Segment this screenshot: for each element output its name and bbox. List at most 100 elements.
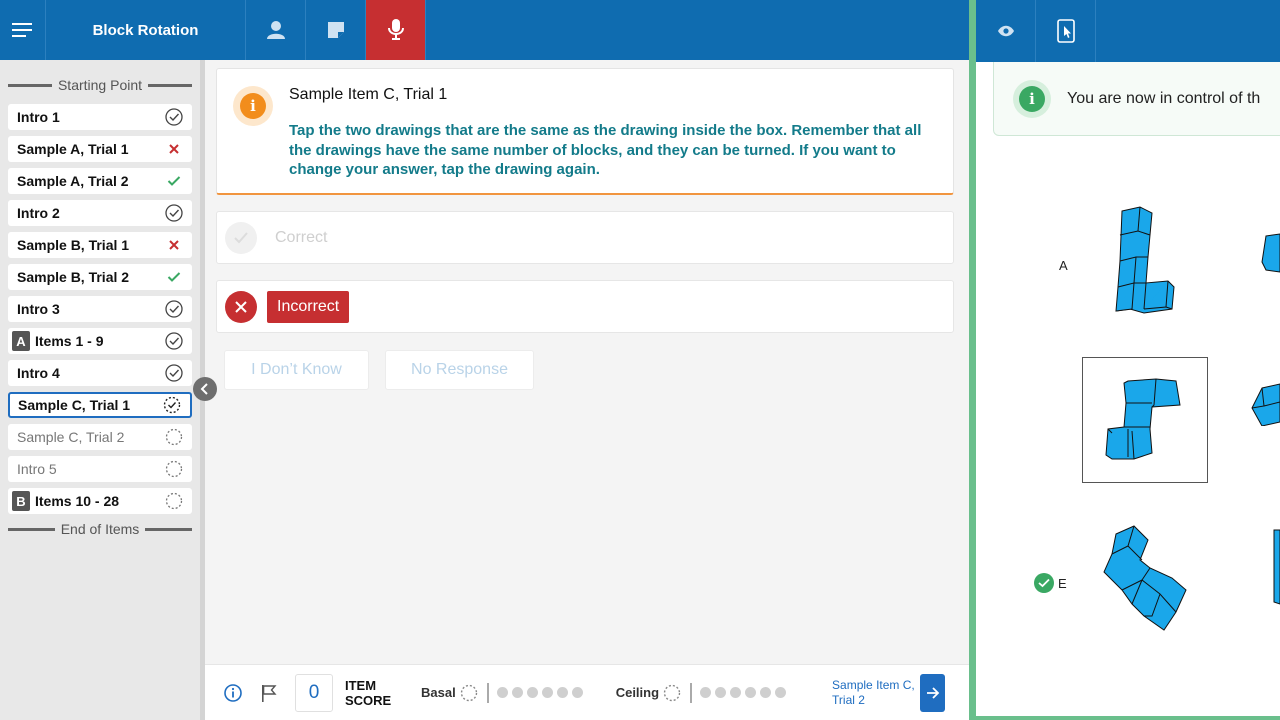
sidebar-item[interactable]: Intro 3: [8, 296, 192, 322]
correct-response-button[interactable]: Correct: [216, 211, 954, 264]
microphone-icon: [387, 19, 404, 40]
next-item-button[interactable]: [920, 673, 946, 712]
starting-point-separator: Starting Point: [0, 74, 200, 96]
pending-circle-icon: [663, 684, 681, 701]
correct-check-icon: [164, 267, 184, 287]
check-icon: [225, 221, 257, 254]
option-a-label: A: [1059, 258, 1068, 273]
info-circle-icon[interactable]: [223, 683, 243, 703]
sidebar-item[interactable]: Intro 5: [8, 456, 192, 482]
sidebar-item[interactable]: Intro 1: [8, 104, 192, 130]
in-progress-icon: [162, 395, 182, 415]
tablet-touch-icon: [1056, 19, 1075, 43]
main-panel: i Sample Item C, Trial 1 Tap the two dra…: [205, 60, 969, 664]
sidebar-item-list: Intro 1 Sample A, Trial 1 Sample A, Trial …: [0, 104, 200, 514]
progress-dot: [775, 687, 787, 698]
incorrect-label: Incorrect: [267, 290, 350, 323]
menu-icon: [11, 23, 32, 37]
completed-check-icon: [164, 363, 184, 383]
sidebar-item-label: Intro 4: [17, 365, 60, 381]
sidebar-item[interactable]: Intro 4: [8, 360, 192, 386]
footer-bar: 0 ITEM SCORE Basal Ceiling Sample Item C…: [205, 664, 969, 720]
microphone-button[interactable]: [366, 0, 426, 60]
sidebar-item-label: Sample B, Trial 2: [17, 269, 130, 285]
examinee-button[interactable]: [246, 0, 306, 60]
sidebar-item[interactable]: B Items 10 - 28: [8, 488, 192, 514]
control-banner-text: You are now in control of th: [1067, 89, 1261, 107]
pending-circle-icon: [164, 491, 184, 511]
sidebar-item[interactable]: Sample A, Trial 1: [8, 136, 192, 162]
progress-dot: [730, 687, 742, 698]
view-toggle-button[interactable]: [976, 0, 1036, 62]
sidebar-item-label: Sample A, Trial 1: [17, 141, 129, 157]
incorrect-response-button[interactable]: Incorrect: [216, 280, 954, 333]
block-badge: A: [12, 331, 30, 351]
flag-icon[interactable]: [259, 683, 279, 703]
sidebar-item-label: Sample A, Trial 2: [17, 173, 129, 189]
target-drawing: [1105, 378, 1181, 460]
item-score-label-line2: SCORE: [345, 692, 392, 708]
option-b-drawing[interactable]: [1260, 232, 1280, 274]
examinee-icon: [266, 21, 285, 39]
basal-indicator: Basal: [421, 682, 587, 703]
option-f-drawing[interactable]: [1270, 528, 1280, 606]
close-icon: [225, 290, 257, 323]
dont-know-button[interactable]: I Don’t Know: [224, 350, 369, 390]
instruction-card: i Sample Item C, Trial 1 Tap the two dra…: [216, 68, 954, 195]
option-e-label: E: [1058, 576, 1067, 591]
sidebar-item-label: Intro 5: [17, 461, 57, 477]
option-e-drawing[interactable]: [1102, 524, 1188, 634]
sidebar-item[interactable]: Sample B, Trial 2: [8, 264, 192, 290]
arrow-right-icon: [926, 686, 939, 699]
item-score-value: 0: [295, 673, 333, 712]
completed-check-icon: [164, 107, 184, 127]
pending-circle-icon: [164, 459, 184, 479]
pending-circle-icon: [460, 684, 477, 701]
info-icon: i: [1013, 79, 1051, 118]
incorrect-x-icon: [164, 139, 184, 159]
item-sidebar: Starting Point Intro 1 Sample A, Trial 1 S…: [0, 60, 200, 720]
starting-point-label: Starting Point: [57, 77, 143, 93]
ceiling-dots: [700, 687, 790, 698]
tablet-control-button[interactable]: [1036, 0, 1096, 62]
notes-button[interactable]: [306, 0, 366, 60]
progress-dot: [556, 687, 568, 698]
sidebar-item[interactable]: Sample B, Trial 1: [8, 232, 192, 258]
completed-check-icon: [164, 203, 184, 223]
sidebar-item-label: Sample C, Trial 1: [18, 397, 131, 413]
panel-divider: [969, 0, 976, 720]
sidebar-item-label: Items 1 - 9: [35, 333, 104, 349]
option-a-drawing[interactable]: [1110, 205, 1180, 317]
chevron-left-icon: [200, 383, 208, 395]
sidebar-item-label: Items 10 - 28: [35, 493, 120, 509]
pending-circle-icon: [164, 427, 184, 447]
progress-dot: [745, 687, 757, 698]
progress-dot: [541, 687, 553, 698]
item-score-label-line1: ITEM: [345, 677, 377, 693]
ceiling-indicator: Ceiling: [615, 682, 790, 703]
ceiling-label: Ceiling: [615, 685, 660, 700]
examinee-view-toolbar: [976, 0, 1280, 62]
instruction-text: Tap the two drawings that are the same a…: [289, 122, 922, 178]
progress-dot: [496, 687, 508, 698]
test-title: Block Rotation: [46, 0, 246, 60]
option-c-drawing[interactable]: [1250, 382, 1280, 426]
progress-dot: [511, 687, 523, 698]
sidebar-item[interactable]: Sample A, Trial 2: [8, 168, 192, 194]
progress-dot: [715, 687, 727, 698]
no-response-button[interactable]: No Response: [385, 350, 534, 390]
control-banner: i You are now in control of th: [993, 62, 1280, 136]
collapse-sidebar-button[interactable]: [193, 377, 217, 401]
info-icon: i: [233, 86, 273, 126]
progress-dot: [526, 687, 538, 698]
notes-icon: [327, 22, 344, 38]
sidebar-item[interactable]: Sample C, Trial 1: [8, 392, 192, 418]
progress-dot: [700, 687, 712, 698]
sidebar-item[interactable]: Sample C, Trial 2: [8, 424, 192, 450]
top-bar: Block Rotation: [0, 0, 970, 60]
sidebar-item[interactable]: Intro 2: [8, 200, 192, 226]
eye-icon: [997, 25, 1014, 37]
menu-button[interactable]: [0, 0, 46, 60]
sidebar-item-label: Intro 2: [17, 205, 60, 221]
sidebar-item[interactable]: A Items 1 - 9: [8, 328, 192, 354]
